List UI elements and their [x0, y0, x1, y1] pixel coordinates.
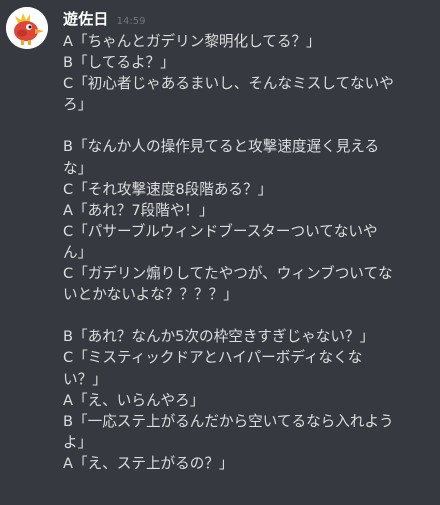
message-line: A「ちゃんとガデリン黎明化してる？」 [63, 33, 321, 50]
message-line: B「一応ステ上がるんだから空いてるなら入れよう [63, 412, 394, 430]
message-line: A「あれ？7段階や！」 [63, 201, 214, 219]
username[interactable]: 遊佐日 [63, 8, 109, 29]
message-line: ん」 [63, 243, 93, 261]
message-line: C「それ攻撃速度8段階ある？」 [63, 180, 273, 198]
message-line-blank [63, 115, 435, 136]
message-line: な」 [63, 159, 93, 177]
message-header: 遊佐日 14:59 [63, 8, 145, 28]
message-line: いとかないよな？？？？」 [63, 286, 238, 304]
message-line: A「え、いらんやろ」 [63, 391, 205, 409]
chat-message: 遊佐日 14:59 A「ちゃんとガデリン黎明化してる？」 B「してるよ？」 C「… [0, 0, 440, 505]
message-line: C「パサーブルウィンドブースターついてないや [63, 222, 378, 240]
timestamp: 14:59 [116, 16, 146, 27]
message-line: い？」 [63, 370, 107, 388]
red-bird-character-icon [6, 7, 48, 49]
message-line: B「してるよ？」 [63, 54, 175, 72]
message-line: C「初心者じゃあるまいし、そんなミスしてないや [63, 75, 394, 93]
message-line: ろ」 [63, 96, 93, 114]
message-line-blank [63, 305, 435, 326]
message-line: よ」 [63, 433, 93, 451]
message-line: C「ミスティックドアとハイパーボディなくな [63, 349, 363, 367]
avatar[interactable] [6, 7, 48, 49]
message-content: A「ちゃんとガデリン黎明化してる？」 B「してるよ？」 C「初心者じゃあるまいし… [63, 31, 435, 474]
message-line: B「あれ？なんか5次の枠空きすぎじゃない？」 [63, 328, 375, 346]
message-line: A「え、ステ上がるの？」 [63, 454, 234, 472]
message-line: B「なんか人の操作見てると攻撃速度遅く見える [63, 138, 380, 156]
message-line: C「ガデリン煽りしてたやつが、ウィンブついてな [63, 265, 393, 283]
